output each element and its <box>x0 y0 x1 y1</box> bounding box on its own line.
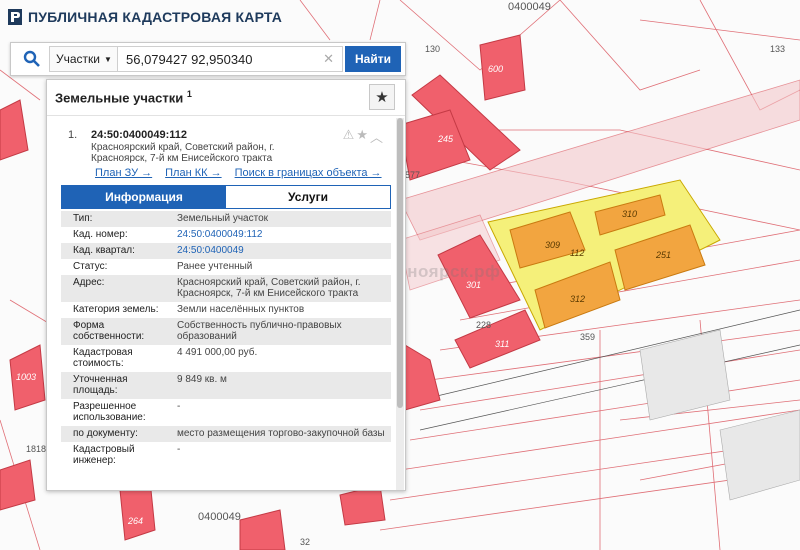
table-row: Кад. номер: 24:50:0400049:112 <box>61 227 391 243</box>
map-label-310: 310 <box>622 209 637 219</box>
table-row: по документу: место размещения торгово-за… <box>61 426 391 442</box>
table-row: Разрешенное использование: - <box>61 399 391 426</box>
star-icon[interactable]: ★ <box>356 127 368 146</box>
map-label-359: 359 <box>580 332 595 342</box>
result-cad-number[interactable]: 24:50:0400049:112 <box>91 129 187 141</box>
app-header: ПУБЛИЧНАЯ КАДАСТРОВАЯ КАРТА <box>8 6 282 28</box>
map-label-133: 133 <box>770 44 785 54</box>
map-label-311: 311 <box>495 339 509 349</box>
search-icon[interactable] <box>15 42 49 76</box>
result-card-actions: ⚠ ★ ︿ <box>343 127 383 146</box>
chevron-down-icon: ▼ <box>104 54 112 64</box>
info-key: Адрес: <box>61 275 171 302</box>
info-value: 9 849 кв. м <box>171 372 391 399</box>
result-card-header: 1. 24:50:0400049:112 Красноярский край, … <box>57 125 395 183</box>
search-bar: Участки ▼ 56,079427 92,950340 ✕ Найти <box>10 42 406 76</box>
table-row: Категория земель: Земли населённых пункто… <box>61 302 391 318</box>
map-label-228: 228 <box>476 320 491 330</box>
map-label-309: 309 <box>545 240 560 250</box>
plan-kk-link[interactable]: План КК → <box>165 167 221 179</box>
info-key: Кад. номер: <box>61 227 171 243</box>
info-key: Разрешенное использование: <box>61 399 171 426</box>
map-label-600: 600 <box>488 64 503 74</box>
results-panel: Земельные участки 1 ★ 1. 24:50:0400049:1… <box>46 79 406 491</box>
info-table: Тип: Земельный участок Кад. номер: 24:50:04… <box>61 211 391 469</box>
find-button[interactable]: Найти <box>345 46 401 72</box>
plan-zu-link[interactable]: План ЗУ → <box>95 167 152 179</box>
map-label-577: 577 <box>405 170 420 180</box>
result-address: Красноярский край, Советский район, г. К… <box>91 142 275 164</box>
info-value: Земельный участок <box>171 211 391 227</box>
table-row: Тип: Земельный участок <box>61 211 391 227</box>
info-value: Собственность публично-правовых образова… <box>171 318 391 345</box>
info-value[interactable]: 24:50:0400049:112 <box>171 227 391 243</box>
map-label-264: 264 <box>127 516 143 526</box>
clear-icon[interactable]: ✕ <box>323 51 334 67</box>
map-label-32: 32 <box>300 537 310 547</box>
map-label-312: 312 <box>570 294 585 304</box>
info-value: Земли населённых пунктов <box>171 302 391 318</box>
app-logo-icon[interactable] <box>8 9 22 25</box>
info-tabs: Информация Услуги <box>61 185 391 209</box>
table-row: Форма собственности: Собственность публич… <box>61 318 391 345</box>
warning-icon[interactable]: ⚠ <box>343 127 355 146</box>
result-index: 1. <box>68 129 78 141</box>
table-row: Кадастровый инженер: - <box>61 442 391 469</box>
tab-information[interactable]: Информация <box>62 186 226 208</box>
tab-services[interactable]: Услуги <box>226 186 390 208</box>
map-label-1818: 1818 <box>26 444 46 454</box>
info-value: Ранее учтенный <box>171 259 391 275</box>
panel-title: Земельные участки 1 <box>55 89 192 106</box>
scroll-thumb[interactable] <box>397 118 403 408</box>
panel-scrollbar[interactable] <box>396 118 404 490</box>
map-label-251: 251 <box>655 250 671 260</box>
info-key: Тип: <box>61 211 171 227</box>
info-value: - <box>171 442 391 469</box>
search-type-label: Участки <box>56 52 100 66</box>
map-label-130: 130 <box>425 44 440 54</box>
info-key: Форма собственности: <box>61 318 171 345</box>
collapse-icon[interactable]: ︿ <box>370 127 383 146</box>
table-row: Адрес: Красноярский край, Советский район… <box>61 275 391 302</box>
info-key: по документу: <box>61 426 171 442</box>
map-label-bottom-block: 0400049 <box>198 511 241 523</box>
map-label-1003: 1003 <box>16 372 36 382</box>
map-label-245: 245 <box>437 134 454 144</box>
table-row: Кад. квартал: 24:50:0400049 <box>61 243 391 259</box>
table-row: Кадастровая стоимость: 4 491 000,00 руб. <box>61 345 391 372</box>
info-value: - <box>171 399 391 426</box>
search-query: 56,079427 92,950340 <box>126 51 253 67</box>
results-count: 1 <box>186 89 192 100</box>
info-key: Уточненная площадь: <box>61 372 171 399</box>
info-key: Кадастровая стоимость: <box>61 345 171 372</box>
search-input[interactable]: 56,079427 92,950340 ✕ <box>117 46 343 72</box>
search-type-select[interactable]: Участки ▼ <box>49 46 117 72</box>
map-label-top-block: 0400049 <box>508 1 551 13</box>
info-key: Категория земель: <box>61 302 171 318</box>
search-in-bounds-link[interactable]: Поиск в границах объекта → <box>235 167 382 179</box>
info-key: Статус: <box>61 259 171 275</box>
info-value: 4 491 000,00 руб. <box>171 345 391 372</box>
map-label-112: 112 <box>570 248 584 258</box>
star-icon: ★ <box>375 89 389 106</box>
info-value: Красноярский край, Советский район, г. К… <box>171 275 391 302</box>
table-row: Уточненная площадь: 9 849 кв. м <box>61 372 391 399</box>
table-row: Статус: Ранее учтенный <box>61 259 391 275</box>
favorite-star-button[interactable]: ★ <box>369 84 395 110</box>
panel-header: Земельные участки 1 <box>47 80 405 116</box>
info-value[interactable]: 24:50:0400049 <box>171 243 391 259</box>
info-key: Кадастровый инженер: <box>61 442 171 469</box>
info-key: Кад. квартал: <box>61 243 171 259</box>
result-card: 1. 24:50:0400049:112 Красноярский край, … <box>57 125 395 490</box>
result-links: План ЗУ → План КК → Поиск в границах объ… <box>95 167 382 179</box>
info-value: место размещения торгово-закупочной базы <box>171 426 391 442</box>
app-title: ПУБЛИЧНАЯ КАДАСТРОВАЯ КАРТА <box>28 9 283 25</box>
